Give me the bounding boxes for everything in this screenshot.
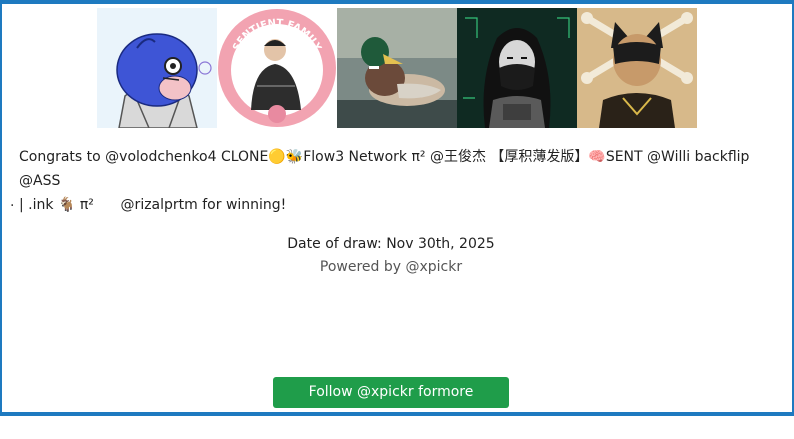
powered-by: Powered by @xpickr bbox=[319, 259, 463, 275]
masked-woman-avatar bbox=[457, 8, 577, 128]
blue-bird-avatar bbox=[97, 8, 217, 128]
stray-dot: . bbox=[10, 194, 15, 210]
cat-mask-pirate-avatar bbox=[577, 8, 697, 128]
winner-avatars: SENTIENT FAMILY bbox=[97, 8, 697, 128]
sentient-family-avatar: SENTIENT FAMILY bbox=[217, 8, 337, 128]
winners-line-2: | .ink 🐐 π² @rizalprtm for winning! bbox=[19, 197, 287, 213]
giveaway-card: SENTIENT FAMILY Congrats to @volodchenko… bbox=[0, 0, 794, 431]
winners-announcement: Congrats to @volodchenko4 CLONE🟡🐝Flow3 N… bbox=[19, 145, 759, 217]
date-of-draw: Date of draw: Nov 30th, 2025 bbox=[287, 236, 495, 252]
winners-line-1: Congrats to @volodchenko4 CLONE🟡🐝Flow3 N… bbox=[19, 149, 754, 189]
follow-xpickr-button[interactable]: Follow @xpickr formore giveaways bbox=[273, 377, 509, 431]
duck-avatar bbox=[337, 8, 457, 128]
